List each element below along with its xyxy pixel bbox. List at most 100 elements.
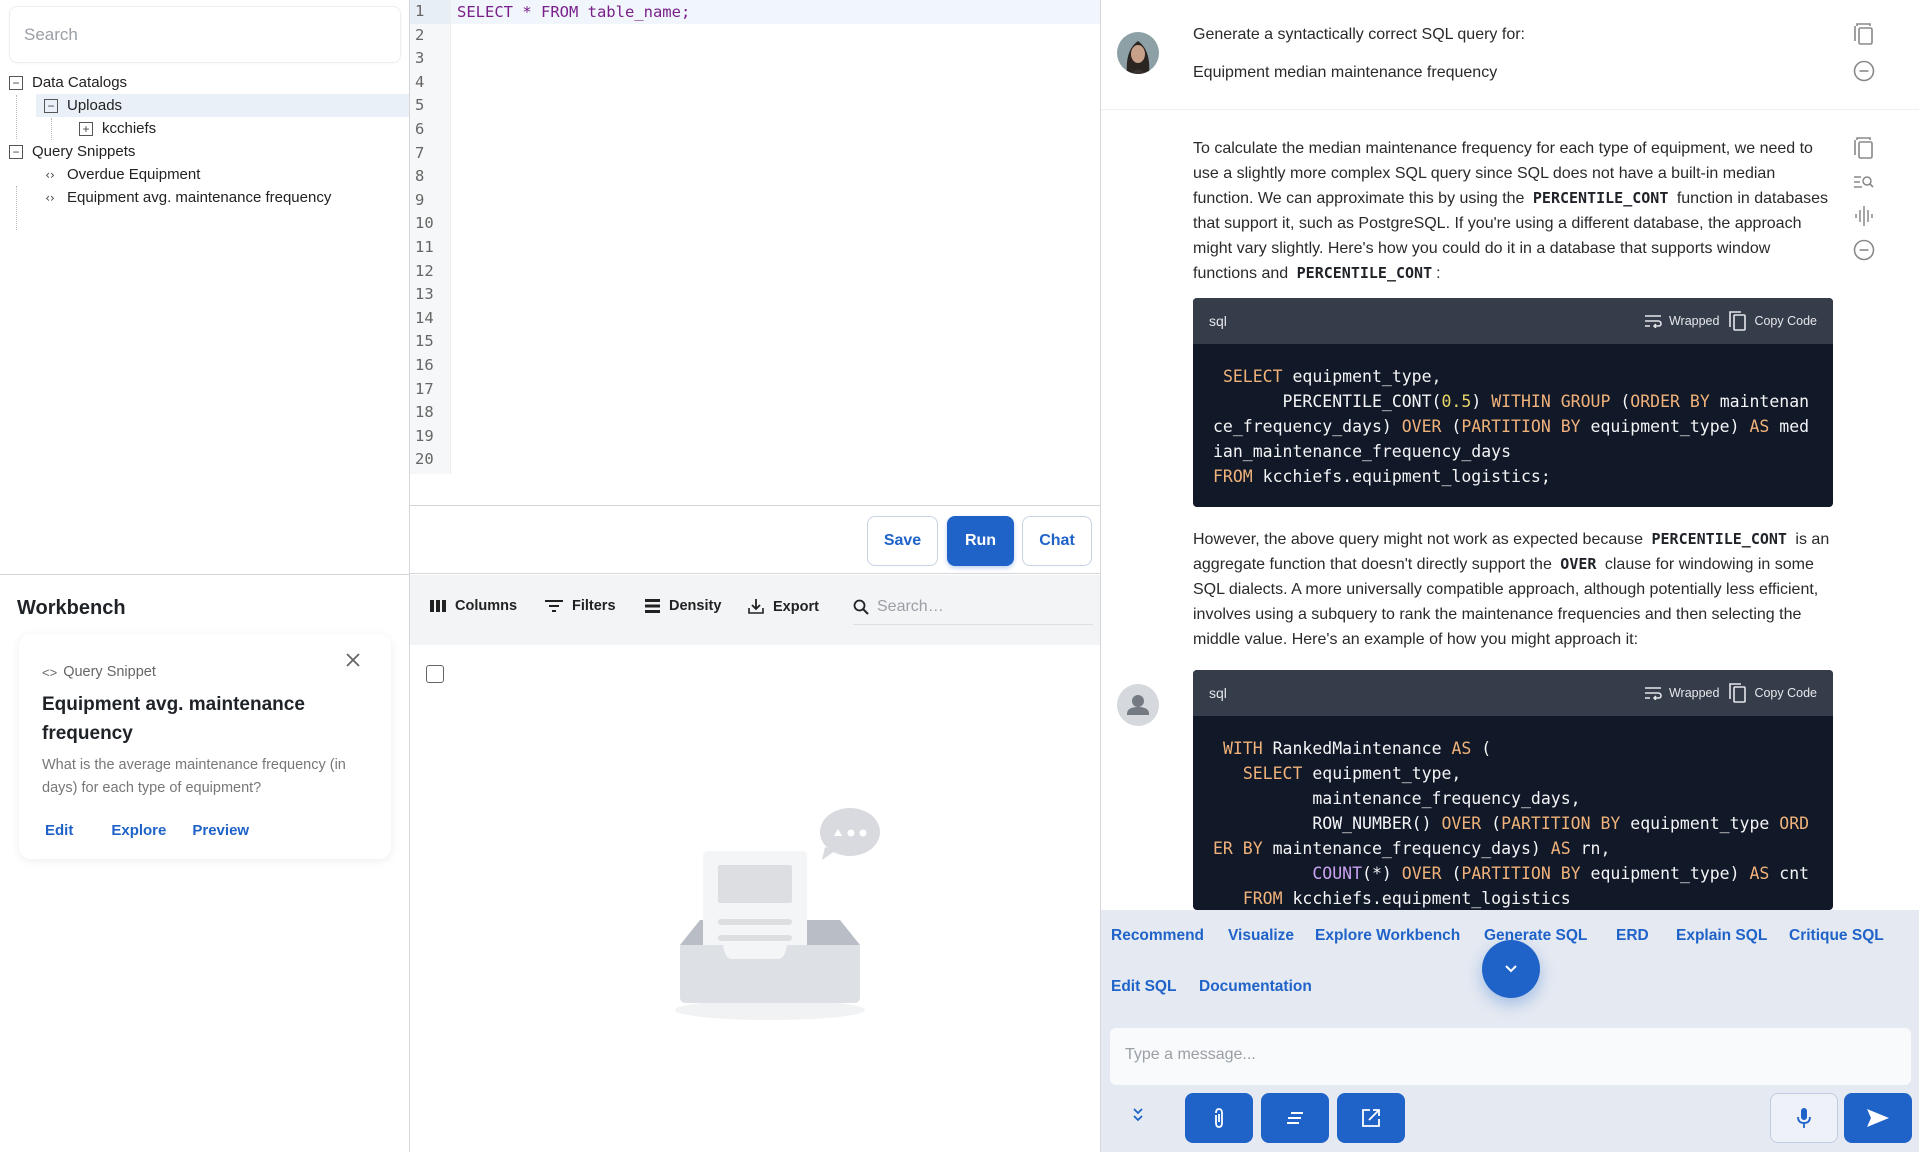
- code-icon: <>: [42, 664, 58, 680]
- expand-icon[interactable]: +: [79, 121, 93, 136]
- workbench: Workbench <> Query Snippet Equipment avg…: [0, 574, 409, 1152]
- preview-link[interactable]: Preview: [192, 822, 249, 839]
- explorer-search[interactable]: [9, 6, 401, 63]
- line-number: 12: [415, 261, 434, 280]
- sql-editor[interactable]: 1 2 3 4 5 6 7 8 9 10 11 12 13 14 15 16 17 18 19 20 SELECT *…: [410, 0, 1100, 506]
- user-avatar: [1117, 32, 1159, 74]
- density-button[interactable]: Density: [645, 598, 721, 614]
- code-block-header: sql Wrapped Copy Code: [1193, 298, 1833, 344]
- explain-button[interactable]: [1852, 170, 1876, 194]
- wrap-icon: [1644, 687, 1662, 700]
- explorer: − Data Catalogs − Uploads + kcchiefs − Q…: [0, 0, 409, 574]
- tree-item-kcchiefs[interactable]: + kcchiefs: [0, 117, 409, 140]
- documentation-action[interactable]: Documentation: [1199, 978, 1312, 996]
- person-icon: [1127, 695, 1149, 715]
- attachment-icon: [1215, 1108, 1223, 1128]
- tree-item-label: Uploads: [67, 97, 123, 114]
- open-external-button[interactable]: [1337, 1093, 1405, 1143]
- line-number: 6: [415, 119, 425, 138]
- columns-button[interactable]: Columns: [430, 598, 517, 614]
- copy-code-button[interactable]: Copy Code: [1729, 311, 1817, 331]
- export-button[interactable]: Export: [748, 598, 819, 615]
- assistant-avatar: [1117, 684, 1159, 726]
- copy-icon: [1854, 137, 1873, 159]
- run-button[interactable]: Run: [947, 516, 1014, 566]
- line-number: 7: [415, 143, 425, 162]
- line-number: 17: [415, 379, 434, 398]
- filters-label: Filters: [572, 598, 616, 614]
- message-input[interactable]: [1110, 1028, 1911, 1085]
- read-aloud-button[interactable]: [1852, 204, 1876, 228]
- recommend-action[interactable]: Recommend: [1111, 927, 1204, 945]
- visualize-action[interactable]: Visualize: [1228, 927, 1294, 945]
- voice-input-button[interactable]: [1770, 1093, 1838, 1143]
- copy-icon: [1729, 311, 1747, 331]
- wrap-label: Wrapped: [1668, 686, 1720, 700]
- filters-button[interactable]: Filters: [545, 598, 616, 614]
- code-content: SELECT equipment_type, PERCENTILE_CONT(0…: [1213, 367, 1810, 486]
- remove-message-button[interactable]: [1852, 238, 1876, 262]
- select-all-checkbox[interactable]: [426, 665, 444, 683]
- code-language: sql: [1209, 313, 1227, 329]
- collapse-icon[interactable]: −: [44, 98, 58, 113]
- collapse-button[interactable]: [1131, 1107, 1145, 1128]
- chevron-down-icon: [1505, 965, 1517, 973]
- wrap-toggle[interactable]: Wrapped: [1644, 686, 1720, 700]
- results-search-input[interactable]: [877, 597, 1077, 616]
- chat-messages[interactable]: Generate a syntactically correct SQL que…: [1101, 0, 1919, 910]
- code-content[interactable]: SELECT * FROM table_name;: [457, 2, 690, 22]
- erd-action[interactable]: ERD: [1616, 927, 1649, 945]
- explorer-tree: − Data Catalogs − Uploads + kcchiefs − Q…: [0, 71, 409, 230]
- code-icon: ‹›: [45, 167, 55, 182]
- text: :: [1436, 265, 1441, 282]
- send-button[interactable]: [1844, 1093, 1912, 1143]
- tree-item-overdue-equipment[interactable]: ‹› Overdue Equipment: [0, 163, 409, 186]
- line-number: 20: [415, 450, 434, 469]
- format-button[interactable]: [1261, 1093, 1329, 1143]
- text: However, the above query might not work …: [1193, 531, 1644, 548]
- line-number: 4: [415, 72, 425, 91]
- copy-icon: [1729, 683, 1747, 703]
- copy-message-button[interactable]: [1852, 22, 1876, 46]
- tree-item-query-snippets[interactable]: − Query Snippets: [0, 140, 409, 163]
- workbench-card: <> Query Snippet Equipment avg. maintena…: [19, 634, 391, 859]
- edit-link[interactable]: Edit: [45, 822, 73, 839]
- copy-code-button[interactable]: Copy Code: [1729, 683, 1817, 703]
- edit-sql-action[interactable]: Edit SQL: [1111, 978, 1176, 996]
- attach-button[interactable]: [1185, 1093, 1253, 1143]
- explore-link[interactable]: Explore: [111, 822, 166, 839]
- copy-message-button[interactable]: [1852, 136, 1876, 160]
- chat-panel: Generate a syntactically correct SQL que…: [1100, 0, 1920, 1152]
- tree-item-data-catalogs[interactable]: − Data Catalogs: [0, 71, 409, 94]
- results-search[interactable]: [853, 589, 1093, 625]
- code-block-2: sql Wrapped Copy Code WITH RankedMainten…: [1193, 670, 1833, 910]
- line-number: 5: [415, 96, 425, 115]
- message-input-wrap[interactable]: [1110, 1028, 1911, 1085]
- columns-icon: [430, 600, 446, 612]
- close-icon: [346, 653, 360, 667]
- explain-sql-action[interactable]: Explain SQL: [1676, 927, 1767, 945]
- tree-item-uploads[interactable]: − Uploads: [36, 94, 409, 117]
- wrap-toggle[interactable]: Wrapped: [1644, 314, 1719, 328]
- search-list-icon: [1854, 176, 1874, 188]
- inline-code: PERCENTILE_CONT: [1532, 189, 1669, 207]
- close-card-button[interactable]: [343, 650, 363, 670]
- collapse-icon[interactable]: −: [9, 75, 23, 90]
- explore-workbench-action[interactable]: Explore Workbench: [1315, 927, 1460, 945]
- explorer-search-input[interactable]: [10, 7, 400, 62]
- line-number: 15: [415, 332, 434, 351]
- critique-sql-action[interactable]: Critique SQL: [1789, 927, 1884, 945]
- save-button[interactable]: Save: [867, 516, 938, 566]
- scroll-to-bottom-button[interactable]: [1482, 940, 1540, 998]
- results-toolbar: Columns Filters Density Export: [410, 575, 1100, 645]
- density-icon: [645, 599, 660, 613]
- collapse-icon[interactable]: −: [9, 144, 23, 159]
- line-number: 10: [415, 214, 434, 233]
- card-title: Equipment avg. maintenance frequency: [42, 694, 305, 744]
- inline-code: PERCENTILE_CONT: [1651, 530, 1787, 548]
- columns-label: Columns: [455, 598, 518, 614]
- remove-message-button[interactable]: [1852, 59, 1876, 83]
- chat-button[interactable]: Chat: [1022, 516, 1092, 566]
- wrap-icon: [1644, 315, 1662, 328]
- tree-item-equipment-avg-maintenance[interactable]: ‹› Equipment avg. maintenance frequency: [0, 186, 409, 209]
